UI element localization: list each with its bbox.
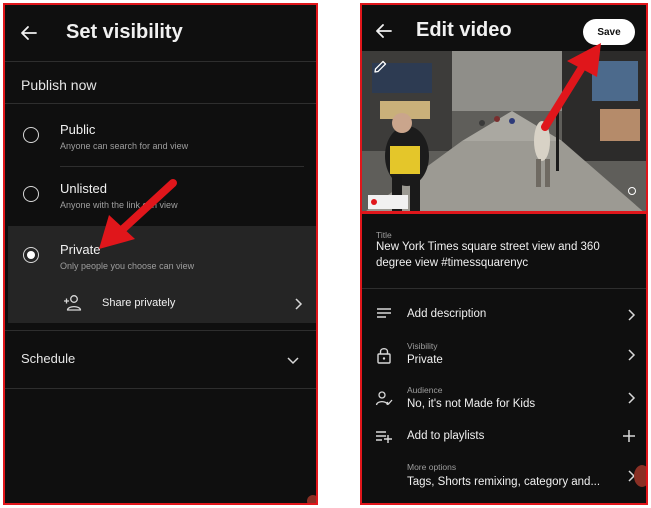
publish-now-label: Publish now xyxy=(21,77,97,93)
option-subtitle: Anyone can search for and view xyxy=(60,141,189,151)
back-arrow-icon[interactable] xyxy=(19,23,39,43)
back-arrow-icon[interactable] xyxy=(374,21,394,41)
divider xyxy=(362,288,646,289)
plus-icon[interactable] xyxy=(621,428,637,444)
floating-indicator xyxy=(307,495,316,503)
save-button[interactable]: Save xyxy=(583,19,635,45)
street-scene-image xyxy=(362,51,646,214)
floating-indicator xyxy=(634,465,646,487)
option-subtitle: Only people you choose can view xyxy=(60,261,195,271)
app-bar: Set visibility xyxy=(5,5,316,61)
schedule-label: Schedule xyxy=(21,351,76,366)
divider xyxy=(5,61,316,62)
radio-checked-icon[interactable] xyxy=(23,247,39,263)
option-subtitle: Anyone with the link can view xyxy=(60,200,178,210)
visibility-field-label: Visibility xyxy=(407,341,438,351)
option-title: Unlisted xyxy=(60,181,107,196)
pencil-icon[interactable] xyxy=(372,59,388,75)
set-visibility-screen: Set visibility Publish now Public Anyone… xyxy=(3,3,318,505)
radio-icon[interactable] xyxy=(23,127,39,143)
page-title: Edit video xyxy=(416,19,512,41)
divider xyxy=(5,388,316,389)
edit-video-screen: Edit video Save Title New York Times squ… xyxy=(360,3,648,505)
chevron-right-icon xyxy=(628,349,636,361)
option-title: Private xyxy=(60,242,101,257)
chevron-right-icon xyxy=(295,298,303,310)
audience-field-value: No, it's not Made for Kids xyxy=(407,398,536,410)
option-title: Public xyxy=(60,122,96,137)
video-thumbnail[interactable] xyxy=(362,51,646,214)
radio-icon[interactable] xyxy=(23,186,39,202)
more-options-label: More options xyxy=(407,462,457,472)
divider xyxy=(60,166,304,167)
visibility-field-value: Private xyxy=(407,354,443,366)
share-person-icon xyxy=(64,295,82,311)
divider xyxy=(5,330,316,331)
chevron-right-icon xyxy=(628,309,636,321)
chevron-right-icon xyxy=(628,392,636,404)
page-title: Set visibility xyxy=(66,21,183,43)
title-field-label: Title xyxy=(376,230,392,240)
lock-icon xyxy=(377,348,391,364)
visibility-option-private[interactable]: Private Only people you choose can view … xyxy=(8,226,316,323)
description-icon xyxy=(377,308,391,318)
playlist-add-icon xyxy=(376,431,392,443)
chevron-down-icon xyxy=(287,357,299,365)
title-field-value: New York Times square street view and 36… xyxy=(376,241,600,253)
add-description-label: Add description xyxy=(407,308,487,320)
audience-field-label: Audience xyxy=(407,385,443,395)
progress-bar xyxy=(362,211,646,214)
add-to-playlists-label: Add to playlists xyxy=(407,430,485,442)
divider xyxy=(5,103,316,104)
audience-icon xyxy=(375,391,393,406)
title-field-value-line2: degree view #timessquarenyc xyxy=(376,257,529,269)
share-privately-label: Share privately xyxy=(102,297,176,309)
more-options-value: Tags, Shorts remixing, category and... xyxy=(407,476,601,488)
scrubber-handle[interactable] xyxy=(628,187,636,195)
